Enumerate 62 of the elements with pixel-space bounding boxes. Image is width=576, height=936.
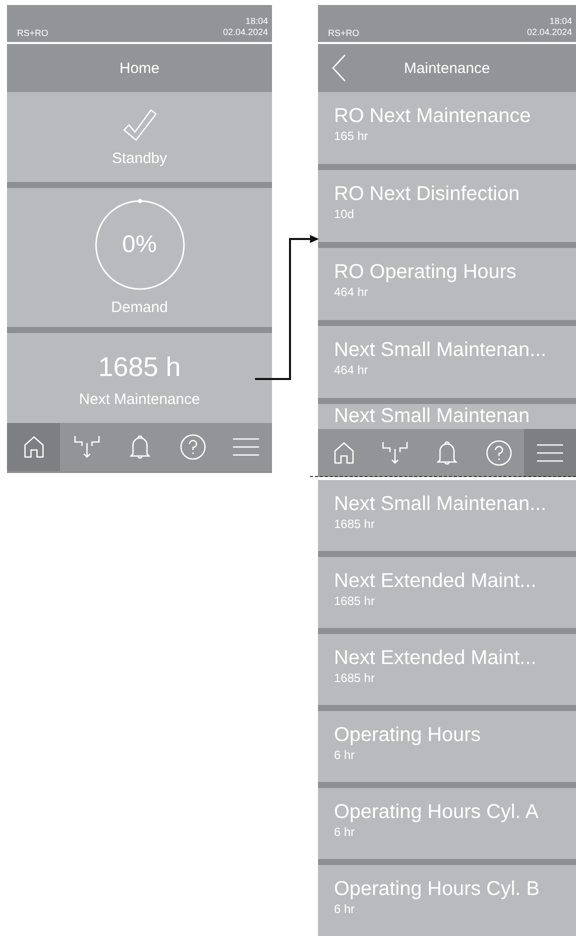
checkmark-icon [122, 108, 156, 142]
list-item[interactable]: Next Small Maintenan [318, 404, 576, 429]
help-icon [180, 434, 206, 460]
gauge-value: 0% [122, 231, 157, 259]
bell-icon [436, 441, 458, 465]
status-tile[interactable]: 1685 h Next Maintenance [7, 333, 272, 423]
date: 02.04.2024 [526, 27, 572, 38]
device-name: RS+RO [17, 28, 48, 38]
time: 18:04 [549, 16, 572, 27]
item-label: RO Operating Hours [334, 260, 518, 284]
list-item[interactable]: Operating Hours Cyl. B 6 hr [318, 865, 576, 936]
item-value: 165 hr [334, 128, 370, 144]
item-label: Next Small Maintenan [334, 404, 531, 428]
bell-icon [128, 435, 150, 459]
home-icon [22, 436, 44, 458]
list-item[interactable]: Next Small Maintenan... 464 hr [318, 326, 576, 398]
menu-button[interactable] [524, 429, 576, 477]
tile-label: Demand [111, 299, 168, 316]
list-item[interactable]: Operating Hours Cyl. A 6 hr [318, 788, 576, 859]
item-value: 1685 hr [334, 593, 376, 609]
item-label: Next Extended Maint... [334, 646, 538, 670]
item-value: 6 hr [334, 901, 356, 917]
item-value: 6 hr [334, 824, 356, 840]
date: 02.04.2024 [222, 27, 268, 38]
list-item[interactable]: Operating Hours 6 hr [318, 711, 576, 782]
list-item[interactable]: RO Operating Hours 464 hr [318, 248, 576, 320]
item-value: 10d [334, 206, 356, 222]
list-item[interactable]: Next Extended Maint... 1685 hr [318, 634, 576, 705]
device-name: RS+RO [328, 28, 360, 38]
list-item[interactable]: Next Extended Maint... 1685 hr [318, 557, 576, 628]
item-value: 6 hr [334, 747, 356, 763]
nav-button[interactable] [7, 423, 60, 471]
tile-label: Standby [112, 150, 168, 166]
screen-title: Home [119, 60, 160, 76]
status-tile[interactable]: 0% Demand [7, 188, 272, 327]
item-label: Next Small Maintenan... [334, 492, 548, 516]
item-label: RO Next Disinfection [334, 182, 521, 206]
time: 18:04 [245, 16, 268, 27]
item-label: Operating Hours Cyl. A [334, 800, 540, 824]
item-value: 1685 hr [334, 670, 376, 686]
screen-title: Maintenance [404, 60, 490, 76]
list-item[interactable]: Next Small Maintenan... 1685 hr [318, 480, 576, 551]
item-label: Next Small Maintenan... [334, 338, 548, 362]
menu-icon [232, 437, 258, 457]
item-label: Operating Hours [334, 723, 482, 747]
tile-value: 1685 h [98, 352, 181, 383]
help-icon [486, 440, 512, 466]
item-value: 464 hr [334, 284, 370, 300]
menu-icon [537, 443, 564, 463]
item-label: Operating Hours Cyl. B [334, 877, 541, 901]
item-label: RO Next Maintenance [334, 104, 532, 128]
item-value: 1685 hr [334, 516, 376, 532]
tap-icon [382, 441, 408, 465]
tile-label: Next Maintenance [79, 391, 200, 408]
list-item[interactable]: RO Next Disinfection 10d [318, 170, 576, 242]
list-item[interactable]: RO Next Maintenance 165 hr [318, 92, 576, 164]
back-icon[interactable] [332, 54, 346, 82]
status-tile[interactable]: Standby [7, 92, 272, 182]
tap-icon [74, 435, 100, 459]
home-icon [332, 442, 355, 464]
item-label: Next Extended Maint... [334, 569, 538, 593]
item-value: 464 hr [334, 362, 370, 378]
